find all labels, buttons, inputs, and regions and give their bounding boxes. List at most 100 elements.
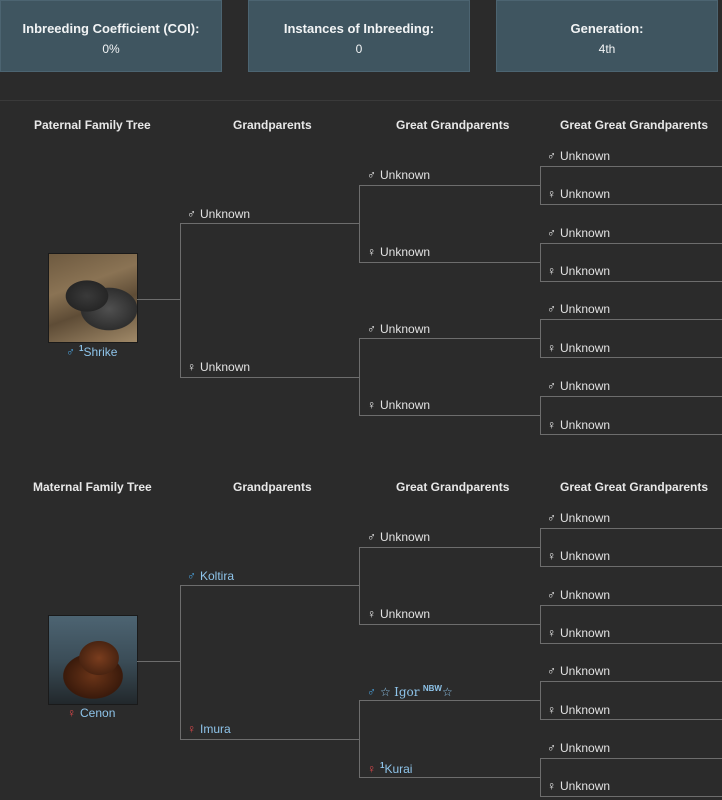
male-icon: ♂	[547, 741, 556, 755]
connector	[540, 566, 722, 567]
paternal-gg-2: ♀ Unknown	[547, 187, 611, 201]
female-icon: ♀	[547, 264, 556, 278]
paternal-gg-5: ♂ Unknown	[547, 302, 611, 316]
generation-value: 4th	[598, 42, 616, 56]
paternal-great-1: ♂ Unknown	[367, 168, 431, 182]
connector	[540, 243, 541, 281]
maternal-great-1: ♂ Unknown	[367, 530, 431, 544]
male-icon: ♂	[547, 149, 556, 163]
paternal-gg-1: ♂ Unknown	[547, 149, 611, 163]
maternal-great-4[interactable]: ♀ 1Kurai	[367, 761, 412, 776]
connector	[540, 319, 722, 320]
connector	[540, 166, 722, 167]
igor-link[interactable]: ☆ Igor NBW☆	[380, 684, 453, 699]
maternal-gg-5: ♂ Unknown	[547, 664, 611, 678]
male-icon: ♂	[187, 569, 196, 583]
connector	[359, 338, 360, 415]
connector	[540, 758, 722, 759]
connector	[359, 700, 540, 701]
connector	[540, 434, 722, 435]
connector	[359, 185, 540, 186]
female-icon: ♀	[547, 418, 556, 432]
maternal-granddam[interactable]: ♀ Imura	[187, 722, 231, 736]
paternal-great-2: ♀ Unknown	[367, 245, 431, 259]
maternal-gg-6: ♀ Unknown	[547, 703, 611, 717]
koltira-link[interactable]: Koltira	[200, 569, 234, 583]
shrike-portrait[interactable]	[48, 253, 138, 343]
paternal-great-4: ♀ Unknown	[367, 398, 431, 412]
connector	[359, 185, 360, 262]
male-icon: ♂	[547, 511, 556, 525]
female-icon: ♀	[187, 360, 196, 374]
male-icon: ♂	[547, 379, 556, 393]
connector	[540, 396, 541, 434]
imura-link[interactable]: Imura	[200, 722, 231, 736]
connector	[180, 739, 359, 740]
subject-link[interactable]: Cenon	[80, 706, 115, 720]
paternal-granddam: ♀ Unknown	[187, 360, 251, 374]
connector	[540, 758, 541, 796]
female-icon: ♀	[187, 722, 196, 736]
male-icon: ♂	[187, 207, 196, 221]
paternal-gg-4: ♀ Unknown	[547, 264, 611, 278]
male-icon: ♂	[66, 345, 75, 359]
connector	[540, 319, 541, 357]
connector	[540, 681, 541, 719]
female-icon: ♀	[67, 706, 76, 720]
maternal-gg-8: ♀ Unknown	[547, 779, 611, 793]
female-icon: ♀	[547, 626, 556, 640]
maternal-grandsire[interactable]: ♂ Koltira	[187, 569, 234, 583]
connector	[137, 661, 180, 662]
female-icon: ♀	[547, 779, 556, 793]
connector	[540, 605, 722, 606]
connector	[359, 700, 360, 777]
inbreeding-instances-stat: Instances of Inbreeding: 0	[248, 0, 470, 72]
connector	[540, 243, 722, 244]
connector	[540, 166, 541, 204]
kurai-link[interactable]: 1Kurai	[380, 761, 412, 776]
connector	[359, 415, 540, 416]
paternal-subject[interactable]: ♂ 1Shrike	[66, 344, 117, 359]
male-icon: ♂	[367, 322, 376, 336]
connector	[137, 299, 180, 300]
connector	[540, 281, 722, 282]
maternal-gg-1: ♂ Unknown	[547, 511, 611, 525]
male-icon: ♂	[547, 302, 556, 316]
connector	[180, 223, 181, 377]
maternal-great-2: ♀ Unknown	[367, 607, 431, 621]
maternal-subject[interactable]: ♀ Cenon	[67, 706, 115, 720]
paternal-gg-8: ♀ Unknown	[547, 418, 611, 432]
male-icon: ♂	[547, 664, 556, 678]
generation-label: Generation:	[570, 21, 644, 36]
connector	[180, 377, 359, 378]
subject-link: 1Shrike	[79, 344, 118, 359]
male-icon: ♂	[547, 226, 556, 240]
female-icon: ♀	[367, 245, 376, 259]
connector	[540, 204, 722, 205]
connector	[540, 528, 722, 529]
connector	[180, 585, 181, 739]
coi-label: Inbreeding Coefficient (COI):	[22, 21, 200, 36]
coi-stat: Inbreeding Coefficient (COI): 0%	[0, 0, 222, 72]
connector	[540, 643, 722, 644]
connector	[540, 719, 722, 720]
grandparents-heading: Grandparents	[233, 480, 312, 494]
paternal-gg-7: ♂ Unknown	[547, 379, 611, 393]
paternal-tree-heading: Paternal Family Tree	[34, 118, 151, 132]
great-great-grandparents-heading: Great Great Grandparents	[560, 480, 709, 494]
female-icon: ♀	[367, 607, 376, 621]
maternal-gg-7: ♂ Unknown	[547, 741, 611, 755]
paternal-gg-3: ♂ Unknown	[547, 226, 611, 240]
great-great-grandparents-heading: Great Great Grandparents	[560, 118, 709, 132]
maternal-gg-4: ♀ Unknown	[547, 626, 611, 640]
connector	[540, 605, 541, 643]
connector	[540, 357, 722, 358]
generation-stat: Generation: 4th	[496, 0, 718, 72]
connector	[180, 223, 359, 224]
divider	[0, 100, 722, 101]
maternal-great-3[interactable]: ♂ ☆ Igor NBW☆	[367, 684, 453, 699]
coi-value: 0%	[102, 42, 120, 56]
connector	[359, 624, 540, 625]
cenon-portrait[interactable]	[48, 615, 138, 705]
male-icon: ♂	[367, 530, 376, 544]
